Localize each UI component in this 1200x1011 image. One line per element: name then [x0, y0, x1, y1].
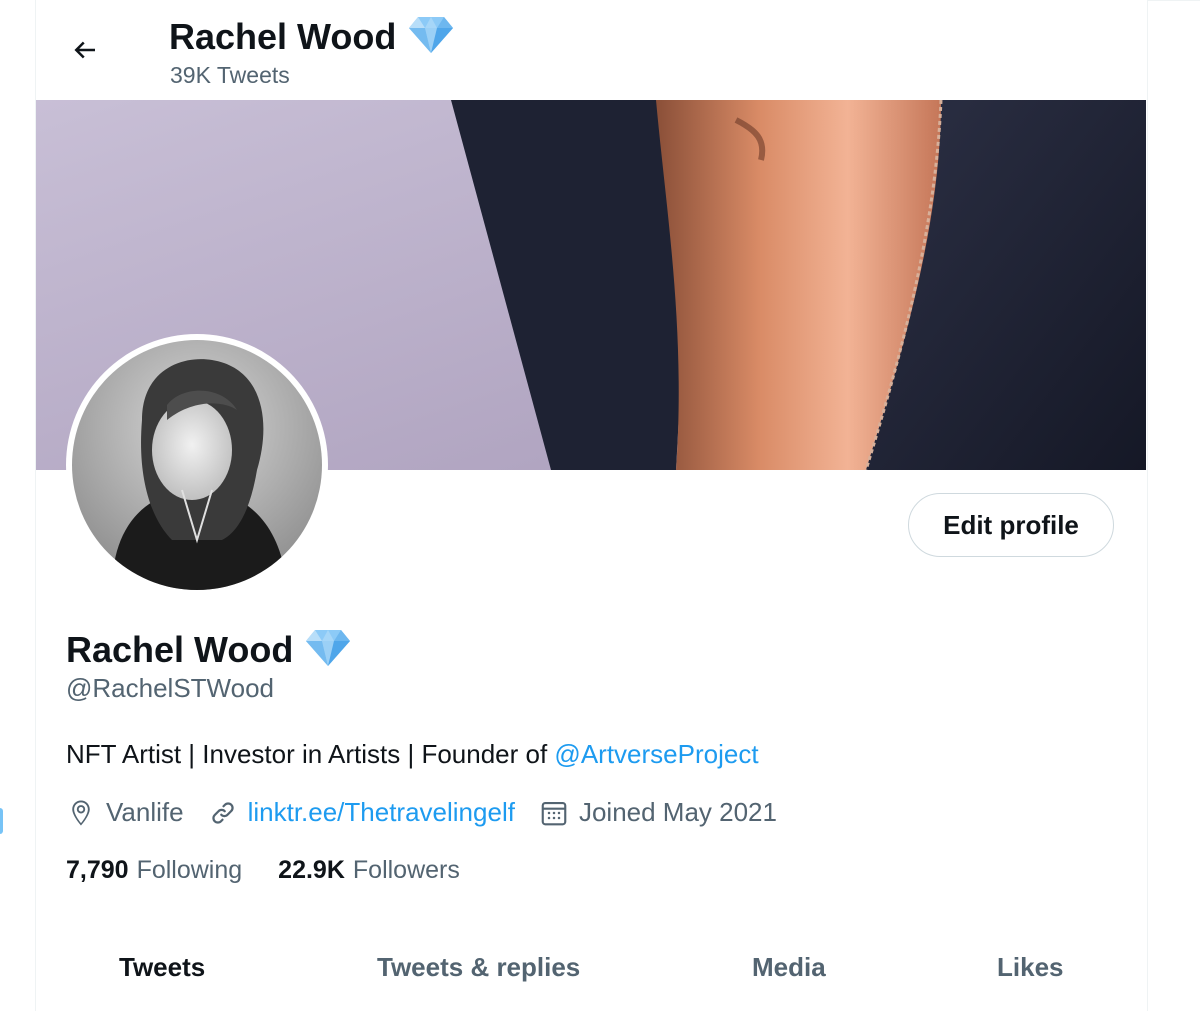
profile-name-row: Rachel Wood: [66, 627, 351, 672]
profile-tabs: Tweets Tweets & replies Media Likes: [36, 940, 1146, 1004]
header-name: Rachel Wood: [169, 15, 397, 57]
diamond-icon: [305, 627, 351, 672]
side-scroll-indicator: [0, 808, 3, 834]
header-title-row: Rachel Wood: [169, 14, 454, 59]
profile-handle: @RachelSTWood: [66, 673, 274, 703]
link-icon: [208, 798, 238, 828]
website-item: linktr.ee/Thetravelingelf: [208, 797, 515, 828]
followers-count: 22.9K: [278, 856, 345, 884]
bio-mention-link[interactable]: @ArtverseProject: [554, 739, 758, 769]
edit-profile-button[interactable]: Edit profile: [908, 493, 1114, 557]
followers-label: Followers: [352, 856, 460, 884]
followers-link[interactable]: 22.9K Followers: [278, 856, 460, 885]
profile-page: Rachel Wood 39K Tweets Edit profile Rach…: [0, 0, 1200, 1011]
follow-stats: 7,790 Following 22.9K Followers: [66, 856, 496, 885]
avatar[interactable]: [66, 334, 328, 596]
diamond-icon: [408, 14, 454, 59]
tweet-count: 39K Tweets: [170, 62, 290, 88]
following-link[interactable]: 7,790 Following: [66, 856, 242, 885]
following-label: Following: [136, 856, 243, 884]
tab-media[interactable]: Media: [752, 952, 826, 983]
avatar-image: [72, 340, 322, 590]
location-text: Vanlife: [106, 797, 184, 827]
profile-bio: NFT Artist | Investor in Artists | Found…: [66, 739, 759, 770]
profile-header: Rachel Wood 39K Tweets: [35, 0, 1146, 100]
back-button[interactable]: [61, 28, 109, 76]
following-count: 7,790: [66, 856, 129, 884]
location-item: Vanlife: [66, 797, 184, 828]
tab-likes[interactable]: Likes: [997, 952, 1064, 983]
website-link[interactable]: linktr.ee/Thetravelingelf: [248, 797, 515, 828]
profile-name: Rachel Wood: [66, 628, 294, 670]
location-pin-icon: [66, 798, 96, 828]
profile-meta: Vanlife linktr.ee/Thetravelingelf Joined…: [66, 797, 777, 828]
arrow-left-icon: [70, 35, 100, 70]
tab-tweets[interactable]: Tweets: [119, 952, 205, 983]
joined-text: Joined May 2021: [578, 797, 777, 827]
bio-text: NFT Artist | Investor in Artists | Found…: [66, 739, 555, 769]
tab-tweets-replies[interactable]: Tweets & replies: [377, 952, 580, 983]
joined-item: Joined May 2021: [539, 797, 777, 828]
calendar-icon: [539, 798, 569, 828]
